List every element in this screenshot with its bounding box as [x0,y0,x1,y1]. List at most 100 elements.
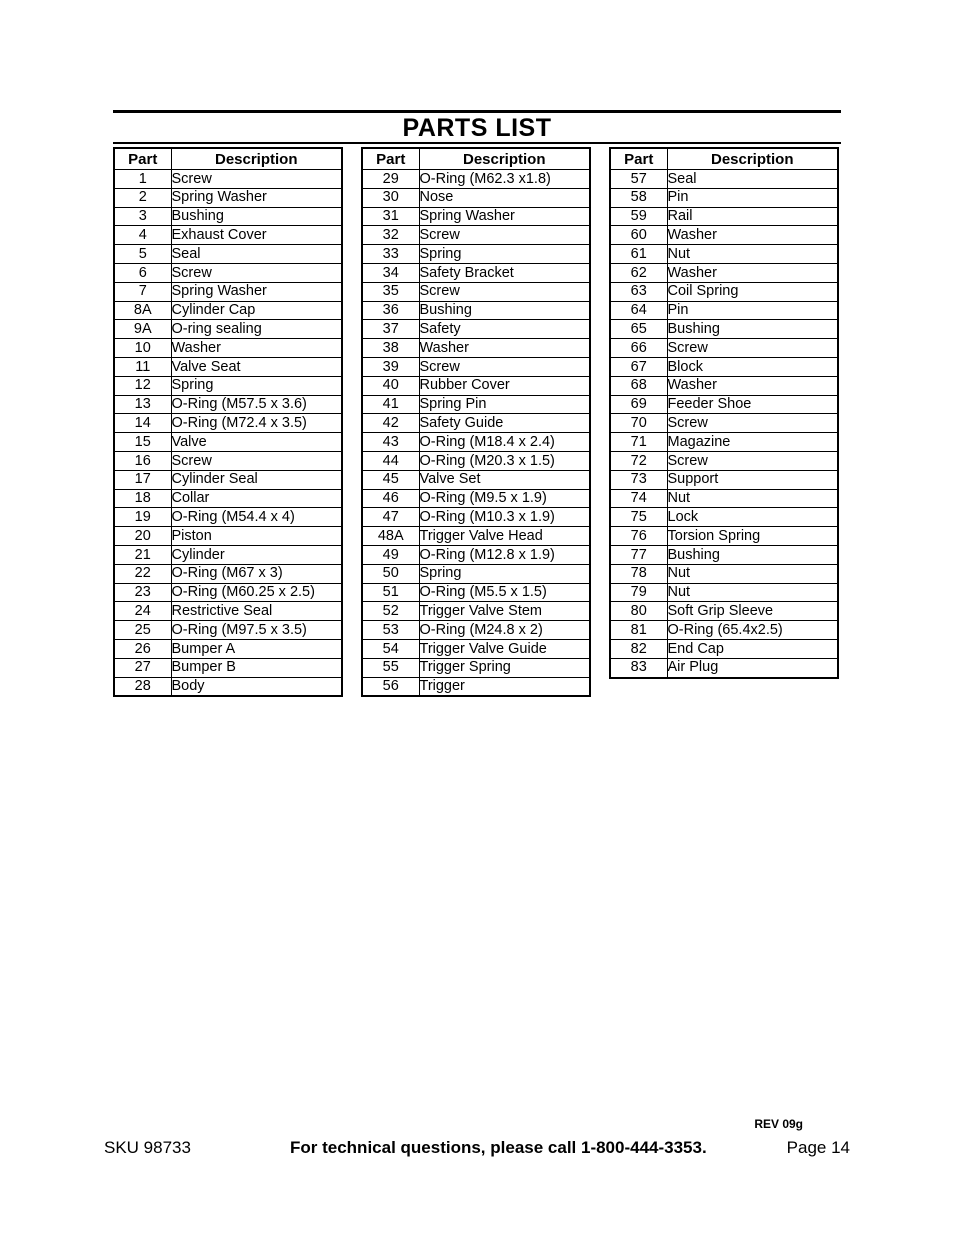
part-number-cell: 59 [609,206,668,227]
part-description-cell: Washer [418,338,591,358]
part-number-cell: 46 [361,488,420,509]
table-row: 38 Washer [361,338,591,358]
part-description-cell: Trigger [418,676,591,697]
table-body: 29 O-Ring (M62.3 x1.8) 30 Nose 31 Spring Wash… [361,169,591,697]
part-number-cell: 27 [113,657,172,678]
table-row: 70 Screw [609,413,839,434]
part-description-cell: Pin [666,300,839,321]
part-number-cell: 67 [609,356,668,377]
part-number-cell: 13 [113,394,172,415]
part-description-cell: Valve [170,432,343,452]
table-row: 26 Bumper A [113,638,343,659]
table-row: 52 Trigger Valve Stem [361,601,591,622]
part-number-cell: 75 [609,507,668,528]
part-description-cell: Magazine [666,432,839,452]
part-description-cell: Spring [170,375,343,396]
table-row: 60 Washer [609,225,839,246]
part-description-cell: Bushing [170,206,343,227]
part-number-cell: 1 [113,169,172,189]
part-description-cell: Screw [170,169,343,189]
table-row: 77 Bushing [609,544,839,565]
part-number-cell: 68 [609,375,668,396]
part-description-cell: Screw [418,281,591,302]
part-description-cell: Safety Guide [418,413,591,434]
table-row: 74 Nut [609,488,839,509]
table-row: 63 Coil Spring [609,281,839,302]
revision-label: REV 09g [754,1117,803,1131]
part-number-cell: 49 [361,544,420,565]
part-number-cell: 31 [361,206,420,227]
table-row: 13 O-Ring (M57.5 x 3.6) [113,394,343,415]
table-row: 80 Soft Grip Sleeve [609,601,839,622]
part-number-cell: 22 [113,563,172,584]
part-number-cell: 38 [361,338,420,358]
part-description-cell: Screw [418,356,591,377]
part-description-cell: Screw [666,338,839,358]
part-description-cell: Safety Bracket [418,262,591,283]
part-number-cell: 52 [361,601,420,622]
part-description-cell: Spring [418,244,591,264]
part-description-cell: Nut [666,244,839,264]
table-row: 14 O-Ring (M72.4 x 3.5) [113,413,343,434]
part-description-cell: Piston [170,526,343,546]
table-row: 18 Collar [113,488,343,509]
page-title: PARTS LIST [402,114,552,142]
part-number-cell: 12 [113,375,172,396]
part-description-cell: Seal [666,169,839,189]
part-description-cell: Screw [666,413,839,434]
sku-label: SKU 98733 [104,1138,191,1158]
table-row: 56 Trigger [361,676,591,697]
part-number-cell: 57 [609,169,668,189]
table-body: 57 Seal 58 Pin 59 Rail 60 Washer 61 Nut 62 Washer 63… [609,169,839,679]
part-number-cell: 39 [361,356,420,377]
part-number-cell: 50 [361,563,420,584]
part-number-cell: 55 [361,657,420,678]
part-number-cell: 81 [609,620,668,640]
part-description-cell: Nut [666,563,839,584]
table-row: 47 O-Ring (M10.3 x 1.9) [361,507,591,528]
part-description-cell: O-Ring (M5.5 x 1.5) [418,582,591,603]
part-description-cell: Spring Washer [418,206,591,227]
part-description-cell: Trigger Valve Stem [418,601,591,622]
table-row: 44 O-Ring (M20.3 x 1.5) [361,450,591,471]
table-row: 15 Valve [113,432,343,452]
part-number-cell: 16 [113,450,172,471]
part-number-cell: 48A [361,526,420,546]
part-description-cell: Screw [170,450,343,471]
parts-table-column-2: Part Description 29 O-Ring (M62.3 x1.8) 30… [361,147,591,698]
part-description-cell: Trigger Valve Guide [418,638,591,659]
table-row: 20 Piston [113,526,343,546]
part-number-cell: 63 [609,281,668,302]
part-number-cell: 23 [113,582,172,603]
table-row: 55 Trigger Spring [361,657,591,678]
part-description-cell: Washer [170,338,343,358]
part-number-cell: 41 [361,394,420,415]
table-row: 17 Cylinder Seal [113,469,343,490]
part-description-cell: Trigger Valve Head [418,526,591,546]
part-description-cell: O-Ring (M18.4 x 2.4) [418,432,591,452]
table-row: 16 Screw [113,450,343,471]
table-row: 76 Torsion Spring [609,526,839,546]
part-number-cell: 28 [113,676,172,697]
table-row: 32 Screw [361,225,591,246]
part-number-cell: 8A [113,300,172,321]
part-description-cell: Bumper B [170,657,343,678]
part-number-cell: 32 [361,225,420,246]
table-row: 29 O-Ring (M62.3 x1.8) [361,169,591,189]
part-description-cell: Support [666,469,839,490]
table-row: 11 Valve Seat [113,356,343,377]
part-number-cell: 71 [609,432,668,452]
table-header-row: Part Description [361,147,591,170]
table-row: 37 Safety [361,319,591,340]
table-row: 68 Washer [609,375,839,396]
part-number-cell: 14 [113,413,172,434]
part-description-cell: Washer [666,225,839,246]
table-row: 8A Cylinder Cap [113,300,343,321]
table-row: 7 Spring Washer [113,281,343,302]
table-row: 65 Bushing [609,319,839,340]
table-row: 50 Spring [361,563,591,584]
part-description-cell: O-Ring (M9.5 x 1.9) [418,488,591,509]
part-number-cell: 40 [361,375,420,396]
part-number-cell: 3 [113,206,172,227]
parts-tables-area: Part Description 1 Screw 2 Spring Washer 3 Bu… [113,147,845,698]
